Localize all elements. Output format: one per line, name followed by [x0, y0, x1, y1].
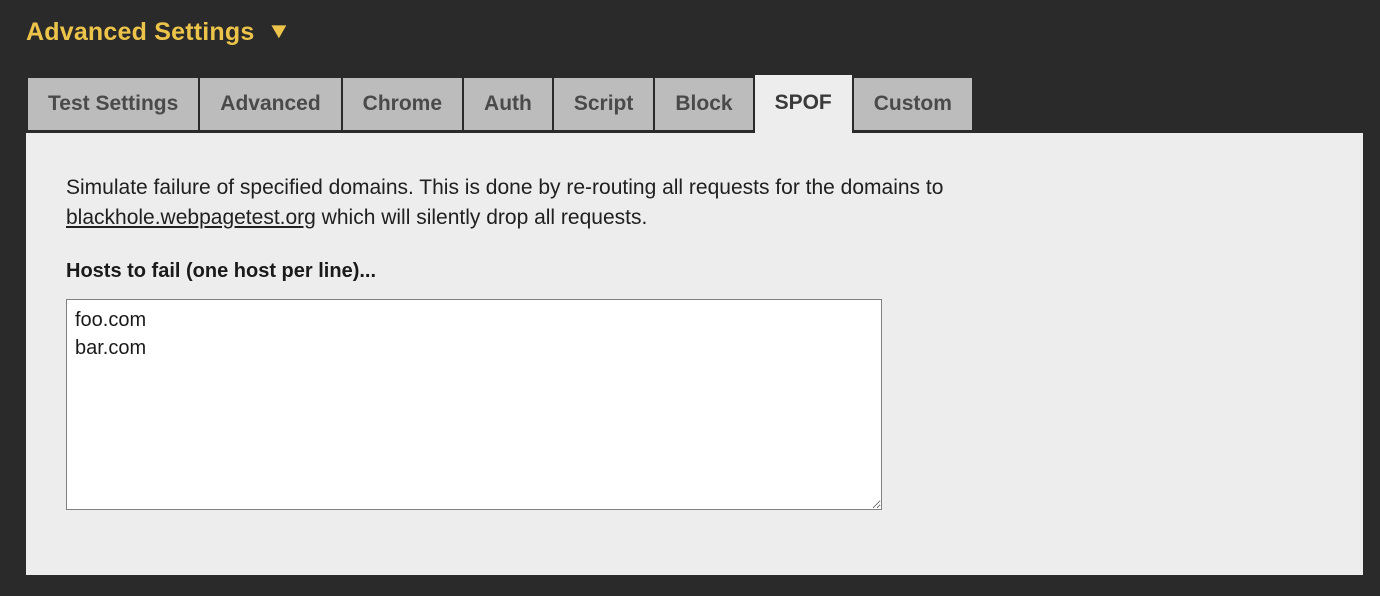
page-title-row[interactable]: Advanced Settings ▼ [26, 14, 292, 50]
description-text-before-link: Simulate failure of specified domains. T… [66, 176, 944, 199]
page-title: Advanced Settings [26, 17, 255, 46]
tab-script[interactable]: Script [551, 76, 656, 130]
tab-spof[interactable]: SPOF [752, 73, 854, 133]
tab-test-settings[interactable]: Test Settings [26, 76, 201, 130]
tab-advanced[interactable]: Advanced [198, 76, 343, 130]
advanced-settings-screen: Advanced Settings ▼ Test Settings Advanc… [0, 0, 1380, 596]
tab-auth[interactable]: Auth [462, 76, 554, 130]
spof-description: Simulate failure of specified domains. T… [66, 173, 1096, 233]
tab-custom[interactable]: Custom [851, 76, 974, 130]
spof-panel: Simulate failure of specified domains. T… [26, 133, 1363, 575]
description-text-after-link: which will silently drop all requests. [315, 205, 648, 229]
settings-tabs: Test Settings Advanced Chrome Auth Scrip… [26, 73, 1363, 133]
hosts-to-fail-input[interactable] [66, 298, 882, 510]
hosts-field-label: Hosts to fail (one host per line)... [66, 259, 377, 282]
tab-block[interactable]: Block [653, 76, 755, 130]
triangle-down-icon[interactable]: ▼ [267, 20, 292, 42]
blackhole-domain-link[interactable]: blackhole.webpagetest.org [66, 206, 316, 229]
tab-chrome[interactable]: Chrome [340, 76, 465, 130]
